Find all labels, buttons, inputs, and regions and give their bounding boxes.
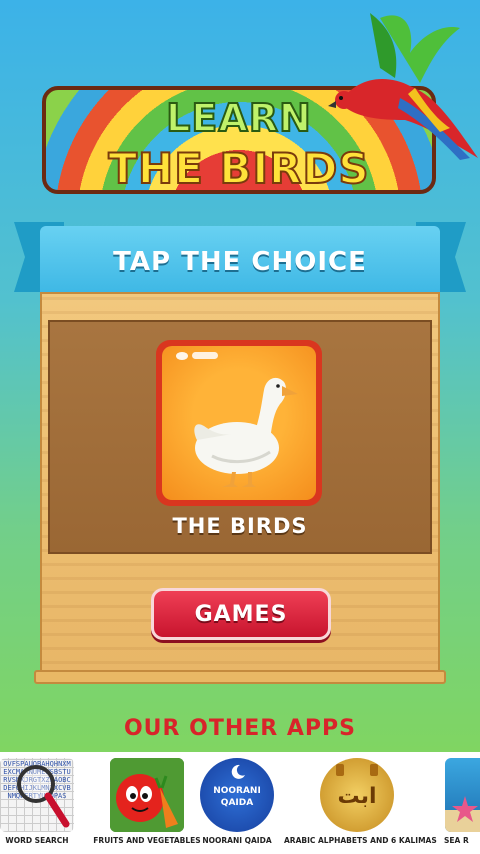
app-label: NOORANI QAIDA [202, 836, 272, 845]
duck-image [194, 377, 298, 487]
app-label: WORD SEARCH [5, 836, 69, 845]
app-fruits-and-vegetables[interactable]: FRUITS AND VEGETABLES [92, 758, 202, 845]
other-apps-strip: OVFSPAUOBAHQHNXMEXCMARNUMEWSBSTURVSNXJRG… [0, 752, 480, 854]
app-sea[interactable]: SEA R [444, 758, 480, 845]
ribbon-label: TAP THE CHOICE [113, 247, 367, 277]
tap-the-choice-ribbon: TAP THE CHOICE [40, 226, 440, 298]
sea-app-icon[interactable] [445, 758, 480, 832]
lantern-icon [336, 764, 378, 776]
choice-tile-face[interactable] [162, 346, 316, 500]
word-search-app-icon[interactable]: OVFSPAUOBAHQHNXMEXCMARNUMEWSBSTURVSNXJRG… [0, 758, 74, 832]
other-apps-title: OUR OTHER APPS [123, 716, 357, 741]
app-arabic-alphabets[interactable]: ابت ARABIC ALPHABETS AND 6 KALIMAS [284, 758, 437, 845]
app-noorani-qaida[interactable]: NOORANI QAIDA NOORANI QAIDA [198, 758, 276, 845]
games-button[interactable]: GAMES [151, 588, 331, 640]
tile-gloss-dot [176, 352, 188, 360]
wooden-board-ledge [34, 670, 446, 684]
arabic-letters-icon-text: ابت [337, 784, 377, 809]
fruits-app-icon[interactable] [110, 758, 184, 832]
birds-choice-tile[interactable] [156, 340, 322, 506]
arabic-alphabets-app-icon[interactable]: ابت [320, 758, 394, 832]
choice-label: THE BIRDS [172, 514, 308, 538]
qaida-icon-text: QAIDA [220, 798, 254, 808]
tile-gloss-bar [192, 352, 218, 359]
apple-carrot-icon [110, 758, 184, 832]
magnifier-icon [17, 765, 70, 828]
app-label: ARABIC ALPHABETS AND 6 KALIMAS [284, 836, 437, 845]
app-label: SEA R [444, 836, 469, 845]
parrot-illustration [328, 13, 478, 160]
noorani-qaida-app-icon[interactable]: NOORANI QAIDA [200, 758, 274, 832]
games-button-label: GAMES [194, 601, 288, 627]
starfish-icon [445, 796, 480, 832]
noorani-icon-text: NOORANI [213, 786, 261, 796]
app-word-search[interactable]: OVFSPAUOBAHQHNXMEXCMARNUMEWSBSTURVSNXJRG… [0, 758, 76, 845]
app-label: FRUITS AND VEGETABLES [93, 836, 201, 845]
crescent-icon [231, 764, 245, 779]
